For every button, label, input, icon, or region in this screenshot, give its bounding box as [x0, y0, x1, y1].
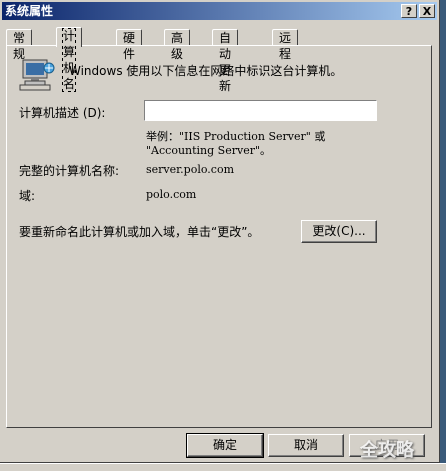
window-title: 系统属性	[5, 4, 54, 18]
tab-hardware[interactable]: 硬件	[116, 29, 143, 61]
close-button[interactable]: X	[419, 4, 435, 18]
ok-button[interactable]: 确定	[186, 433, 264, 458]
watermark-logo: 全攻略	[360, 440, 414, 461]
tab-advanced[interactable]: 高级	[164, 29, 191, 61]
tab-automatic-updates[interactable]: 自动更新	[212, 29, 239, 93]
rename-instructions: 要重新命名此计算机或加入域，单击“更改”。	[19, 225, 260, 239]
title-bar[interactable]: 系统属性 ? X	[2, 2, 437, 20]
desktop-background	[440, 0, 446, 463]
tab-remote[interactable]: 远程	[272, 29, 299, 61]
taskbar	[0, 463, 446, 471]
system-properties-dialog: 系统属性 ? X 常规 计算机名 硬件 高级 自动更新 远程 Windows 使…	[0, 0, 440, 463]
domain-label: 域:	[19, 189, 36, 203]
computer-description-input[interactable]	[144, 100, 377, 121]
change-button[interactable]: 更改(C)...	[301, 220, 377, 243]
example-text-line2: "Accounting Server"。	[146, 144, 272, 157]
description-label: 计算机描述 (D):	[19, 106, 106, 120]
computer-icon	[19, 58, 55, 92]
tab-computer-name[interactable]: 计算机名	[56, 27, 83, 92]
tab-general[interactable]: 常规	[6, 29, 33, 61]
domain-value: polo.com	[146, 188, 197, 201]
cancel-button[interactable]: 取消	[268, 434, 344, 457]
help-button[interactable]: ?	[401, 4, 417, 18]
tab-computer-name-label: 计算机名	[61, 28, 77, 92]
full-name-label: 完整的计算机名称:	[19, 164, 120, 178]
full-name-value: server.polo.com	[146, 163, 235, 176]
intro-text: Windows 使用以下信息在网络中标识这台计算机。	[69, 64, 343, 78]
